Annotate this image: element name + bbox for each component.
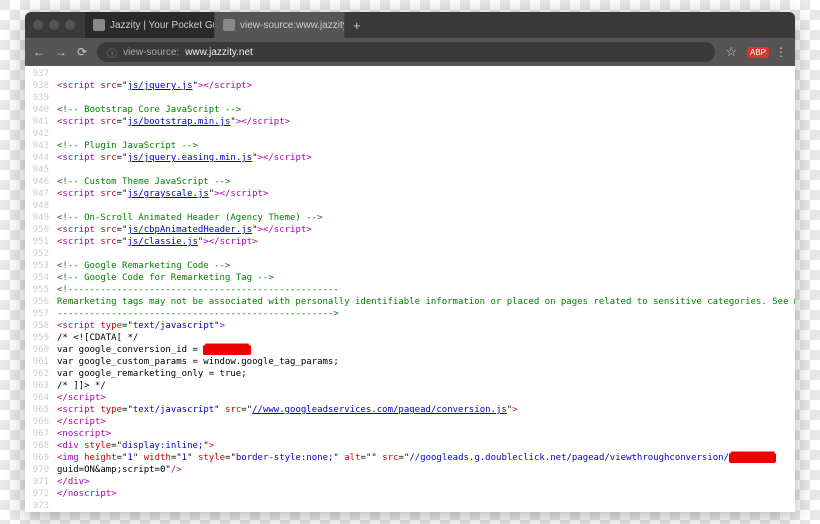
favicon-icon (93, 19, 105, 31)
tab-title: view-source:www.jazzity.net (240, 20, 345, 31)
forward-button[interactable]: → (55, 45, 67, 59)
tab-title: Jazzity | Your Pocket Guide to (110, 20, 215, 31)
bookmark-star-icon[interactable]: ☆ (725, 44, 737, 60)
adblock-badge[interactable]: ABP (747, 47, 769, 58)
source-viewer[interactable]: 9379389399409419429439449459469479489499… (25, 66, 795, 512)
window-controls (33, 20, 75, 30)
titlebar: Jazzity | Your Pocket Guide to × view-so… (25, 12, 795, 38)
url-host: www.jazzity.net (185, 47, 253, 58)
tab-jazzity[interactable]: Jazzity | Your Pocket Guide to × (85, 12, 215, 38)
minimize-window-button[interactable] (49, 20, 59, 30)
address-bar[interactable]: ⓘ view-source: www.jazzity.net (97, 42, 715, 62)
line-number-gutter: 9379389399409419429439449459469479489499… (25, 66, 53, 512)
maximize-window-button[interactable] (65, 20, 75, 30)
url-prefix: view-source: (123, 47, 179, 58)
back-button[interactable]: ← (33, 45, 45, 59)
toolbar-right: ABP ⋮ (747, 45, 787, 59)
info-icon: ⓘ (107, 45, 117, 60)
close-window-button[interactable] (33, 20, 43, 30)
tab-view-source[interactable]: view-source:www.jazzity.net × (215, 12, 345, 38)
browser-window: Jazzity | Your Pocket Guide to × view-so… (25, 12, 795, 512)
tab-bar: Jazzity | Your Pocket Guide to × view-so… (85, 12, 369, 38)
favicon-icon (223, 19, 235, 31)
source-code: <script src="js/jquery.js"></script> <!-… (53, 66, 795, 512)
menu-icon[interactable]: ⋮ (775, 45, 787, 59)
new-tab-button[interactable]: + (345, 12, 369, 38)
toolbar: ← → ⟳ ⓘ view-source: www.jazzity.net ☆ AB… (25, 38, 795, 66)
reload-button[interactable]: ⟳ (77, 45, 87, 59)
